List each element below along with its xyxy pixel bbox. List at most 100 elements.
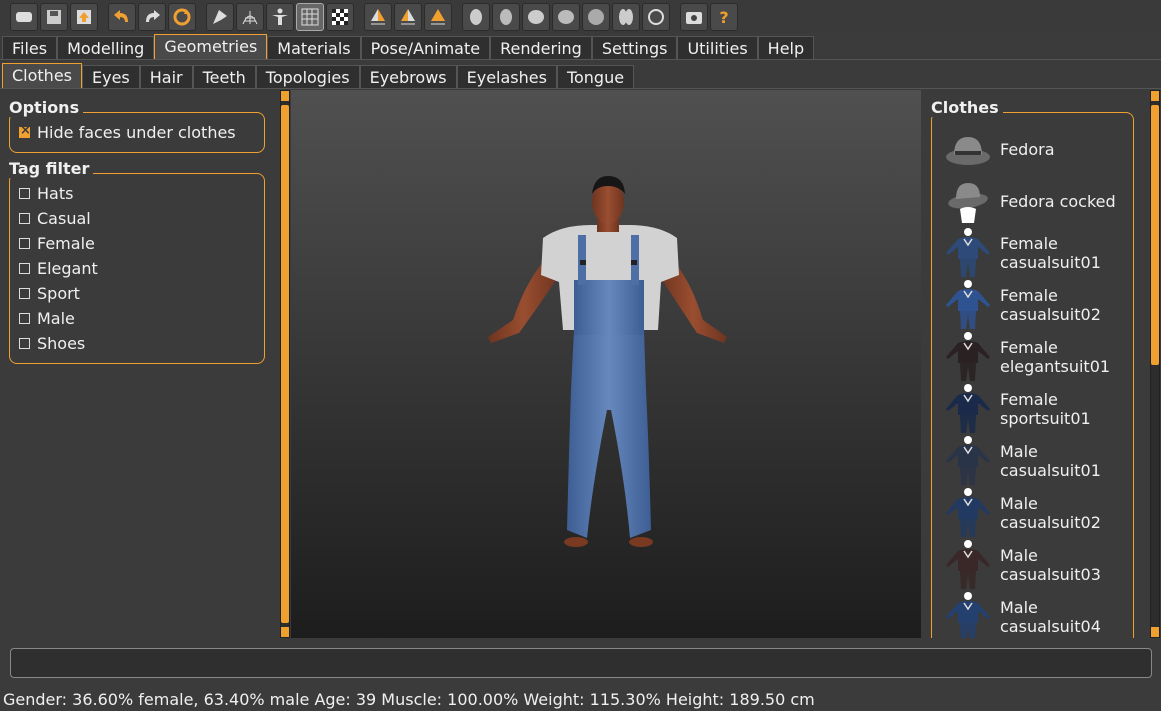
wireframe-button[interactable] (236, 2, 264, 31)
clothes-item-label: Male casualsuit01 (1000, 442, 1101, 480)
tag-elegant-checkbox[interactable]: Elegant (19, 258, 98, 278)
clothes-thumbnail (943, 176, 993, 226)
symmetry-button[interactable] (424, 2, 452, 31)
reset-button[interactable] (168, 2, 196, 31)
subtab-teeth[interactable]: Teeth (192, 65, 256, 89)
tag-shoes-checkbox[interactable]: Shoes (19, 333, 85, 353)
mesh-button[interactable] (10, 2, 38, 31)
subtab-eyes[interactable]: Eyes (82, 65, 140, 89)
clothes-thumbnail (943, 436, 993, 486)
right-view-button[interactable] (552, 2, 580, 31)
reset-camera-button[interactable] (642, 2, 670, 31)
tab-materials[interactable]: Materials (267, 36, 361, 60)
left-scrollbar[interactable] (280, 90, 290, 638)
tag-label: Female (37, 233, 95, 253)
scroll-down-arrow[interactable] (1151, 627, 1159, 637)
bottom-view-button[interactable] (612, 2, 640, 31)
clothes-item[interactable]: Male casualsuit01 (943, 435, 1143, 487)
clothes-item-line2: casualsuit01 (1000, 461, 1101, 480)
clothes-item[interactable]: Male casualsuit02 (943, 487, 1143, 539)
clothes-item[interactable]: Male casualsuit03 (943, 539, 1143, 591)
help-button[interactable]: ? (710, 2, 738, 31)
symmetry-left-button[interactable] (394, 2, 422, 31)
tab-files[interactable]: Files (2, 36, 58, 60)
subtab-clothes[interactable]: Clothes (2, 63, 82, 89)
tab-geometries[interactable]: Geometries (154, 34, 268, 60)
subtab-hair[interactable]: Hair (139, 65, 193, 89)
clothes-item[interactable]: Female casualsuit02 (943, 279, 1143, 331)
redo-button[interactable] (138, 2, 166, 31)
tab-settings[interactable]: Settings (591, 36, 678, 60)
tab-rendering[interactable]: Rendering (490, 36, 592, 60)
screenshot-button[interactable] (680, 2, 708, 31)
scroll-up-arrow[interactable] (281, 91, 289, 101)
clothes-item[interactable]: Female sportsuit01 (943, 383, 1143, 435)
clothes-item-line2: elegantsuit01 (1000, 357, 1111, 376)
tag-sport-checkbox[interactable]: Sport (19, 283, 80, 303)
clothes-item-line1: Male (1000, 442, 1038, 461)
tag-label: Elegant (37, 258, 98, 278)
grid-button[interactable] (296, 2, 324, 31)
smooth-button[interactable] (206, 2, 234, 31)
subtab-topologies[interactable]: Topologies (255, 65, 360, 89)
checkbox-icon[interactable] (19, 287, 30, 299)
human-model (488, 176, 727, 547)
bottom-view-icon (619, 8, 633, 25)
checkbox-icon[interactable] (19, 262, 30, 274)
clothes-item[interactable]: Female elegantsuit01 (943, 331, 1143, 383)
tab-pose-animate[interactable]: Pose/Animate (360, 36, 491, 60)
save-icon (47, 9, 61, 24)
checkbox-icon[interactable] (19, 312, 30, 324)
export-button[interactable] (70, 2, 98, 31)
tag-male-checkbox[interactable]: Male (19, 308, 75, 328)
clothes-item-line1: Female (1000, 234, 1058, 253)
tag-female-checkbox[interactable]: Female (19, 233, 95, 253)
symmetry-right-button[interactable] (364, 2, 392, 31)
back-view-button[interactable] (492, 2, 520, 31)
subtab-tongue[interactable]: Tongue (556, 65, 635, 89)
background-icon (332, 8, 348, 25)
scroll-up-arrow[interactable] (1151, 91, 1159, 101)
help-icon: ? (719, 8, 728, 27)
command-input[interactable] (10, 648, 1152, 678)
top-view-button[interactable] (582, 2, 610, 31)
reset-icon (173, 8, 191, 25)
checkbox-icon[interactable] (19, 187, 30, 199)
tab-help[interactable]: Help (757, 36, 815, 60)
right-scrollbar[interactable] (1150, 90, 1160, 638)
background-button[interactable] (326, 2, 354, 31)
checkbox-icon[interactable] (19, 212, 30, 224)
top-view-icon (588, 8, 604, 25)
tab-utilities[interactable]: Utilities (677, 36, 758, 60)
tag-casual-checkbox[interactable]: Casual (19, 208, 91, 228)
subtab-eyebrows[interactable]: Eyebrows (359, 65, 457, 89)
pose-button[interactable] (266, 2, 294, 31)
checkbox-icon[interactable] (19, 337, 30, 349)
undo-button[interactable] (108, 2, 136, 31)
checkbox-icon[interactable] (19, 237, 30, 249)
clothes-item[interactable]: Female casualsuit01 (943, 227, 1143, 279)
subtab-eyelashes[interactable]: Eyelashes (456, 65, 557, 89)
undo-icon (114, 9, 128, 22)
checkbox-icon[interactable] (19, 123, 31, 138)
3d-viewport[interactable] (291, 90, 921, 638)
clothes-item-line1: Female (1000, 338, 1058, 357)
scroll-down-arrow[interactable] (281, 627, 289, 637)
scroll-thumb[interactable] (281, 105, 289, 623)
scroll-thumb[interactable] (1151, 105, 1159, 365)
tab-modelling[interactable]: Modelling (57, 36, 155, 60)
clothes-thumbnail (943, 280, 993, 330)
tag-label: Sport (37, 283, 80, 303)
suit-icon (946, 228, 990, 277)
fedora-cocked-icon (948, 183, 988, 223)
front-view-button[interactable] (462, 2, 490, 31)
left-view-button[interactable] (522, 2, 550, 31)
clothes-item-line2: sportsuit01 (1000, 409, 1091, 428)
clothes-item[interactable]: Fedora (943, 123, 1143, 175)
export-icon (77, 9, 91, 24)
clothes-item[interactable]: Fedora cocked (943, 175, 1143, 227)
clothes-item[interactable]: Male casualsuit04 (943, 591, 1143, 638)
hide-faces-checkbox[interactable]: Hide faces under clothes (19, 122, 236, 142)
tag-hats-checkbox[interactable]: Hats (19, 183, 73, 203)
save-button[interactable] (40, 2, 68, 31)
